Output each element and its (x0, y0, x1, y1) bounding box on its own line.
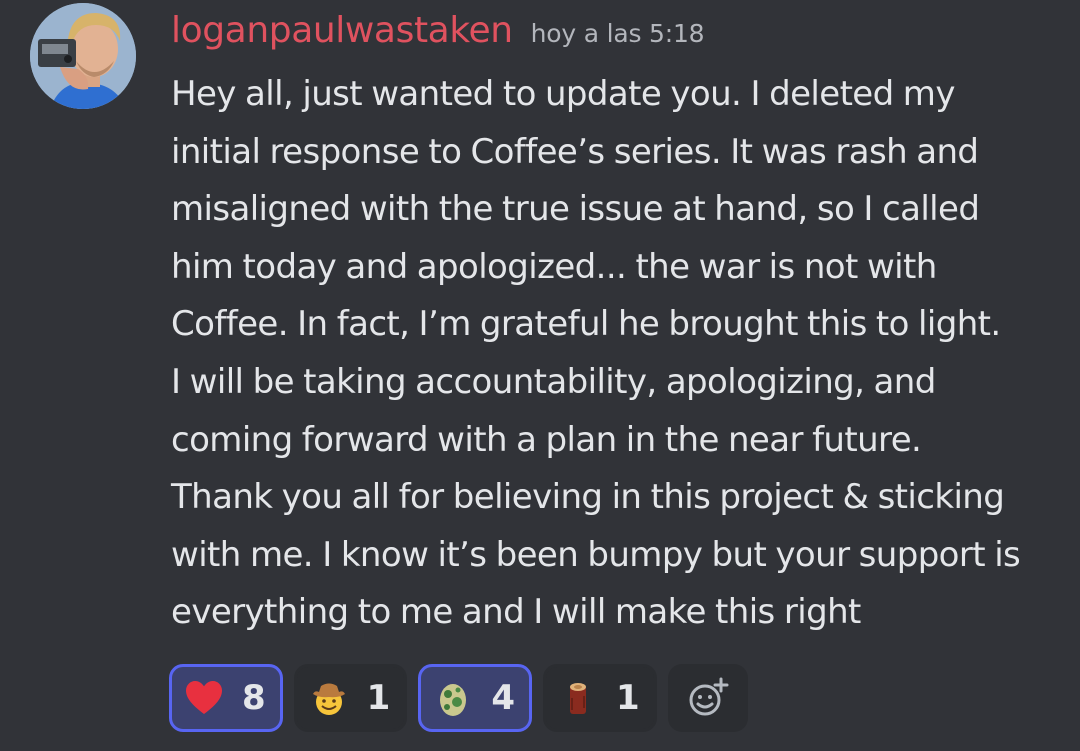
message-line: Coffee. In fact, I’m grateful he brought… (171, 304, 1001, 345)
avatar-image (30, 3, 136, 109)
message-line: Thank you all for believing in this proj… (171, 477, 1005, 518)
reaction-cowboy[interactable]: 1 (293, 664, 408, 732)
add-reaction-icon (689, 677, 729, 716)
reaction-heart[interactable]: 8 (169, 664, 283, 732)
reaction-count: 1 (616, 678, 640, 718)
message-line: everything to me and I will make this ri… (171, 592, 861, 633)
green-egg-icon (440, 684, 467, 716)
wood-log-icon (570, 683, 587, 714)
chat-message: loganpaulwastaken hoy a las 5:18 Hey all… (0, 0, 1080, 751)
red-heart-icon (186, 681, 222, 714)
user-avatar[interactable] (30, 3, 136, 109)
message-header: loganpaulwastaken hoy a las 5:18 (171, 10, 705, 60)
message-line: Hey all, just wanted to update you. I de… (171, 74, 955, 114)
message-timestamp[interactable]: hoy a las 5:18 (531, 19, 705, 48)
reaction-count: 4 (491, 678, 516, 718)
message-line: initial response to Coffee’s series. It … (171, 131, 979, 172)
reaction-count: 1 (366, 678, 391, 718)
message-line: misaligned with the true issue at hand, … (171, 189, 980, 230)
reaction-log[interactable]: 1 (543, 664, 657, 732)
reaction-bar: 8 1 4 1 (169, 664, 748, 732)
message-line: coming forward with a plan in the near f… (171, 419, 922, 460)
message-line: him today and apologized... the war is n… (171, 246, 937, 287)
message-line: with me. I know it’s been bumpy but your… (171, 534, 1021, 575)
message-content: Hey all, just wanted to update you. I de… (171, 66, 1076, 642)
author-username[interactable]: loganpaulwastaken (171, 10, 513, 51)
message-line: I will be taking accountability, apologi… (171, 361, 936, 402)
reaction-count: 8 (242, 678, 266, 718)
add-reaction-button[interactable] (667, 664, 748, 732)
reaction-egg[interactable]: 4 (418, 664, 533, 732)
cowboy-emoji-icon (312, 683, 345, 715)
